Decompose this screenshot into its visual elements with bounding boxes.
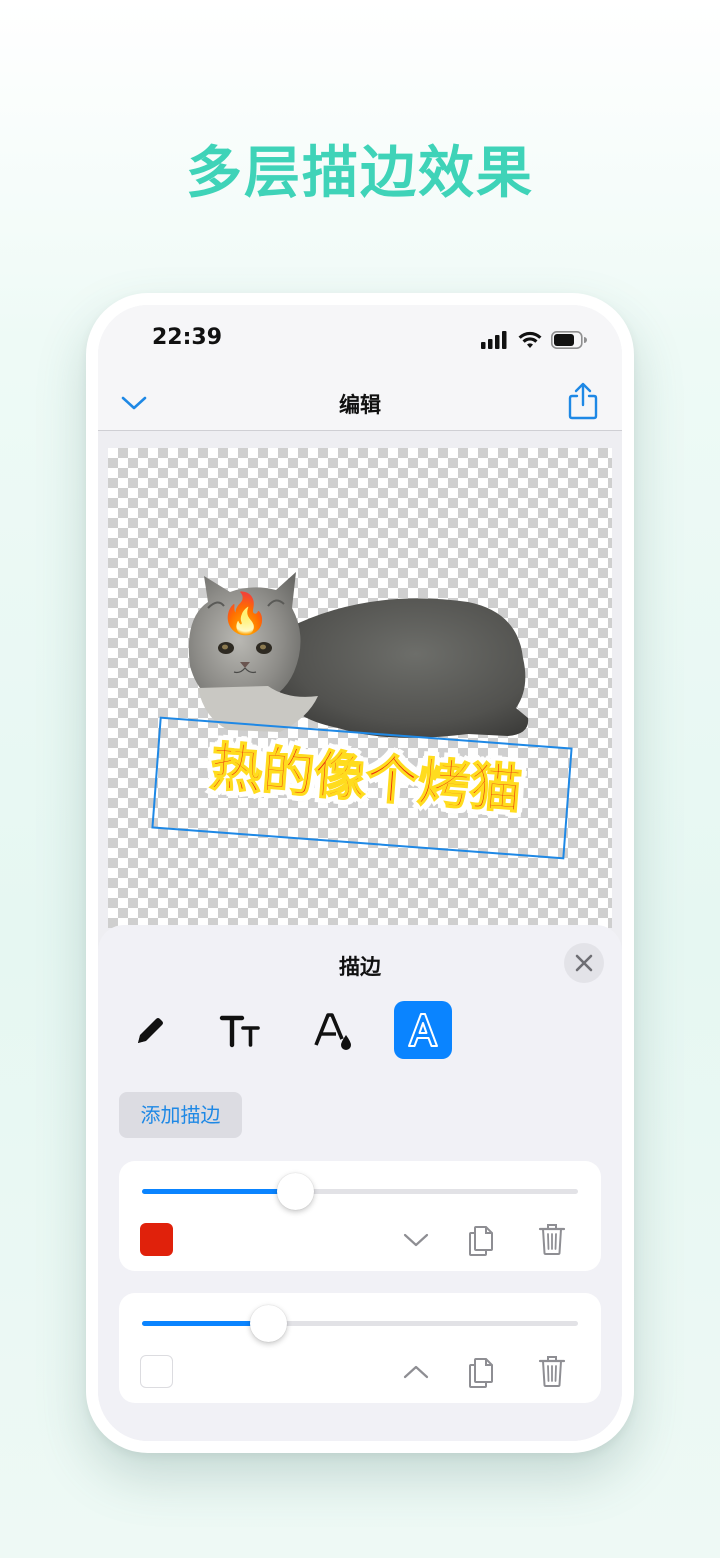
stroke-panel: 描边 添加描边 — [98, 925, 622, 1441]
stroke-layer-card — [119, 1293, 601, 1403]
app-screen: 22:39 编辑 🔥 热的像个烤猫 描边 添加描边 — [98, 305, 622, 1441]
trash-icon[interactable] — [537, 1353, 567, 1389]
close-icon — [575, 954, 593, 972]
nav-title: 编辑 — [339, 393, 381, 417]
tool-stroke-button[interactable] — [394, 1001, 452, 1059]
tool-edit-button[interactable] — [120, 1001, 178, 1059]
chevron-up-icon[interactable] — [401, 1357, 431, 1387]
phone-frame: 22:39 编辑 🔥 热的像个烤猫 描边 添加描边 — [86, 293, 634, 1453]
fire-emoji[interactable]: 🔥 — [220, 594, 270, 634]
copy-icon[interactable] — [467, 1353, 497, 1389]
text-stroke-icon — [408, 1013, 438, 1047]
cellular-signal-icon — [481, 331, 507, 349]
tool-text-color-button[interactable] — [304, 1001, 362, 1059]
slider-thumb[interactable] — [276, 1173, 314, 1210]
stroke-width-slider[interactable] — [142, 1173, 578, 1210]
stroke-layer-card — [119, 1161, 601, 1271]
stroke-color-swatch[interactable] — [140, 1223, 173, 1256]
nav-bar: 编辑 — [98, 375, 622, 431]
add-stroke-button[interactable]: 添加描边 — [119, 1092, 242, 1138]
text-color-icon — [314, 1013, 351, 1050]
share-icon[interactable] — [566, 381, 600, 421]
panel-title: 描边 — [339, 955, 381, 979]
pencil-icon — [138, 1018, 163, 1043]
status-bar: 22:39 — [98, 305, 622, 375]
stroke-color-swatch[interactable] — [140, 1355, 173, 1388]
status-time: 22:39 — [152, 325, 223, 350]
trash-icon[interactable] — [537, 1221, 567, 1257]
text-size-icon — [219, 1015, 260, 1048]
promo-title: 多层描边效果 — [186, 141, 534, 206]
battery-icon — [551, 331, 587, 349]
stroke-width-slider[interactable] — [142, 1305, 578, 1342]
close-button[interactable] — [564, 943, 604, 983]
slider-fill — [142, 1189, 295, 1194]
chevron-down-icon[interactable] — [401, 1225, 431, 1255]
wifi-icon — [518, 331, 542, 348]
copy-icon[interactable] — [467, 1221, 497, 1257]
slider-thumb[interactable] — [250, 1305, 288, 1342]
tool-font-size-button[interactable] — [212, 1001, 270, 1059]
editing-canvas[interactable]: 🔥 热的像个烤猫 — [108, 448, 612, 928]
